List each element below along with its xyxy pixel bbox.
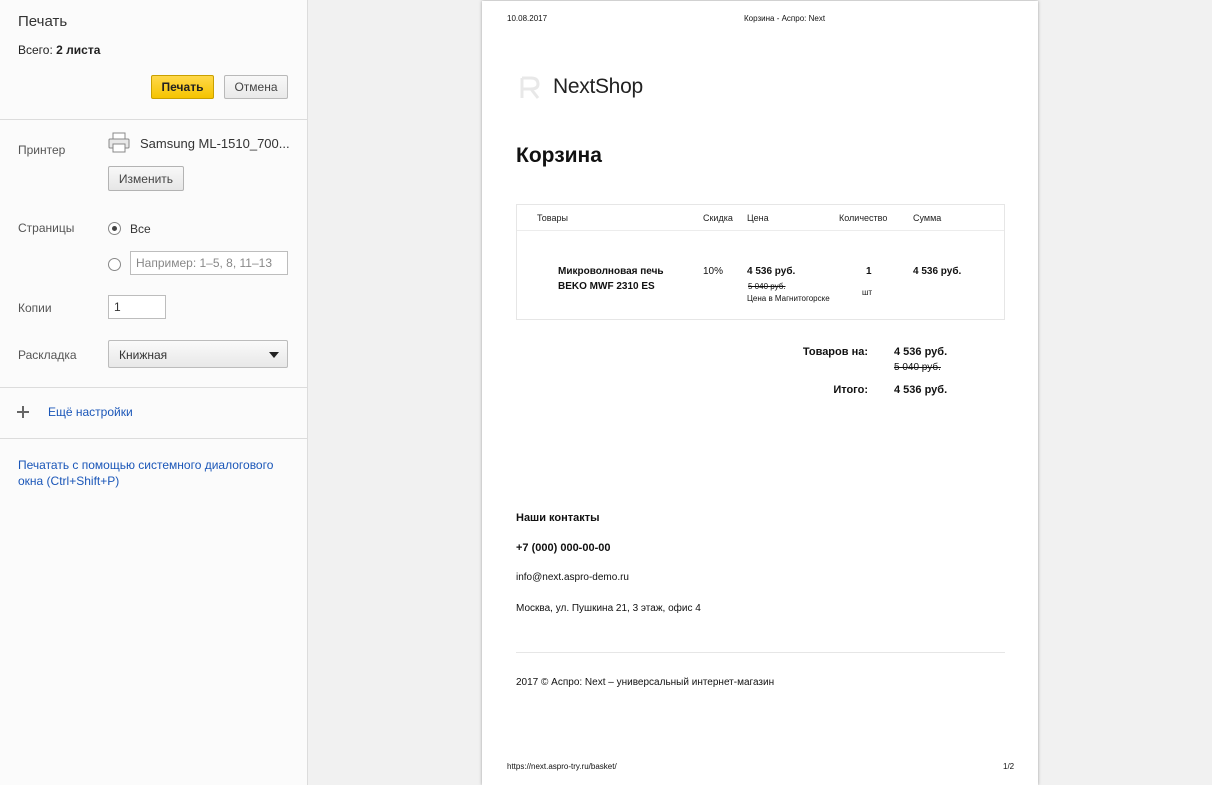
pages-label: Страницы	[18, 221, 75, 235]
header-date: 10.08.2017	[507, 14, 548, 23]
header-title: Корзина - Аспро: Next	[744, 14, 826, 23]
layout-label: Раскладка	[18, 348, 77, 362]
divider	[0, 438, 308, 439]
item-price: 4 536 руб.	[747, 266, 796, 277]
copies-input[interactable]	[108, 295, 166, 319]
item-name: Микроволновая печь	[558, 266, 664, 277]
item-sum: 4 536 руб.	[913, 266, 962, 277]
cart-table: Товары Скидка Цена Количество Сумма Микр…	[516, 204, 1005, 320]
grand-total-label: Итого:	[833, 384, 868, 396]
printer-label: Принтер	[18, 143, 66, 157]
column-header: Количество	[839, 213, 888, 223]
pages-range-input[interactable]	[130, 251, 288, 275]
footer-page-number: 1/2	[1003, 762, 1015, 771]
item-discount: 10%	[703, 266, 724, 277]
cancel-button[interactable]: Отмена	[224, 75, 288, 99]
pages-all-label: Все	[130, 222, 151, 236]
item-unit: шт	[862, 288, 873, 297]
pages-custom-radio[interactable]	[108, 258, 121, 271]
item-model: BEKO MWF 2310 ES	[558, 281, 655, 292]
table-header: Товары Скидка Цена Количество Сумма	[517, 205, 1004, 231]
item-old-price: 5 040 руб.	[748, 282, 786, 291]
system-dialog-link[interactable]: Печатать с помощью системного диалоговог…	[18, 457, 288, 489]
goods-old-total: 5 040 руб.	[894, 362, 941, 373]
logo-icon	[520, 76, 540, 99]
copyright: 2017 © Аспро: Next – универсальный интер…	[516, 677, 775, 688]
phone: +7 (000) 000-00-00	[516, 542, 611, 554]
email: info@next.aspro-demo.ru	[516, 572, 629, 583]
column-header: Товары	[537, 213, 568, 223]
divider	[516, 652, 1005, 653]
goods-total-label: Товаров на:	[802, 346, 868, 358]
grand-total-value: 4 536 руб.	[894, 384, 948, 396]
panel-title: Печать	[18, 13, 68, 30]
change-printer-button[interactable]: Изменить	[108, 166, 184, 191]
more-settings-link[interactable]: Ещё настройки	[48, 405, 133, 419]
plus-icon[interactable]	[17, 406, 29, 418]
divider	[0, 119, 308, 120]
layout-select[interactable]: Книжная	[108, 340, 288, 368]
logo-text: NextShop	[553, 75, 643, 98]
print-preview-page: 10.08.2017 Корзина - Аспро: Next NextSho…	[482, 1, 1038, 785]
item-qty: 1	[866, 266, 872, 277]
print-button[interactable]: Печать	[151, 75, 214, 99]
item-price-note: Цена в Магнитогорске	[747, 294, 830, 303]
address: Москва, ул. Пушкина 21, 3 этаж, офис 4	[516, 603, 701, 614]
contacts-heading: Наши контакты	[516, 512, 600, 524]
column-header: Сумма	[913, 213, 942, 223]
column-header: Цена	[747, 213, 769, 223]
printer-name: Samsung ML-1510_700...	[140, 136, 290, 151]
sheet-count: Всего: 2 листа	[18, 43, 100, 57]
column-header: Скидка	[703, 213, 733, 223]
total-label: Всего:	[18, 43, 53, 57]
divider	[0, 387, 308, 388]
chevron-down-icon	[269, 352, 279, 358]
goods-total-value: 4 536 руб.	[894, 346, 948, 358]
total-value: 2 листа	[56, 43, 101, 57]
printer-icon	[108, 132, 130, 153]
copies-label: Копии	[18, 301, 52, 315]
layout-value: Книжная	[119, 348, 168, 362]
pages-all-radio[interactable]	[108, 222, 121, 235]
print-settings-panel: Печать Всего: 2 листа Печать Отмена Прин…	[0, 0, 308, 785]
footer-url: https://next.aspro-try.ru/basket/	[507, 762, 617, 771]
page-title: Корзина	[516, 144, 602, 167]
